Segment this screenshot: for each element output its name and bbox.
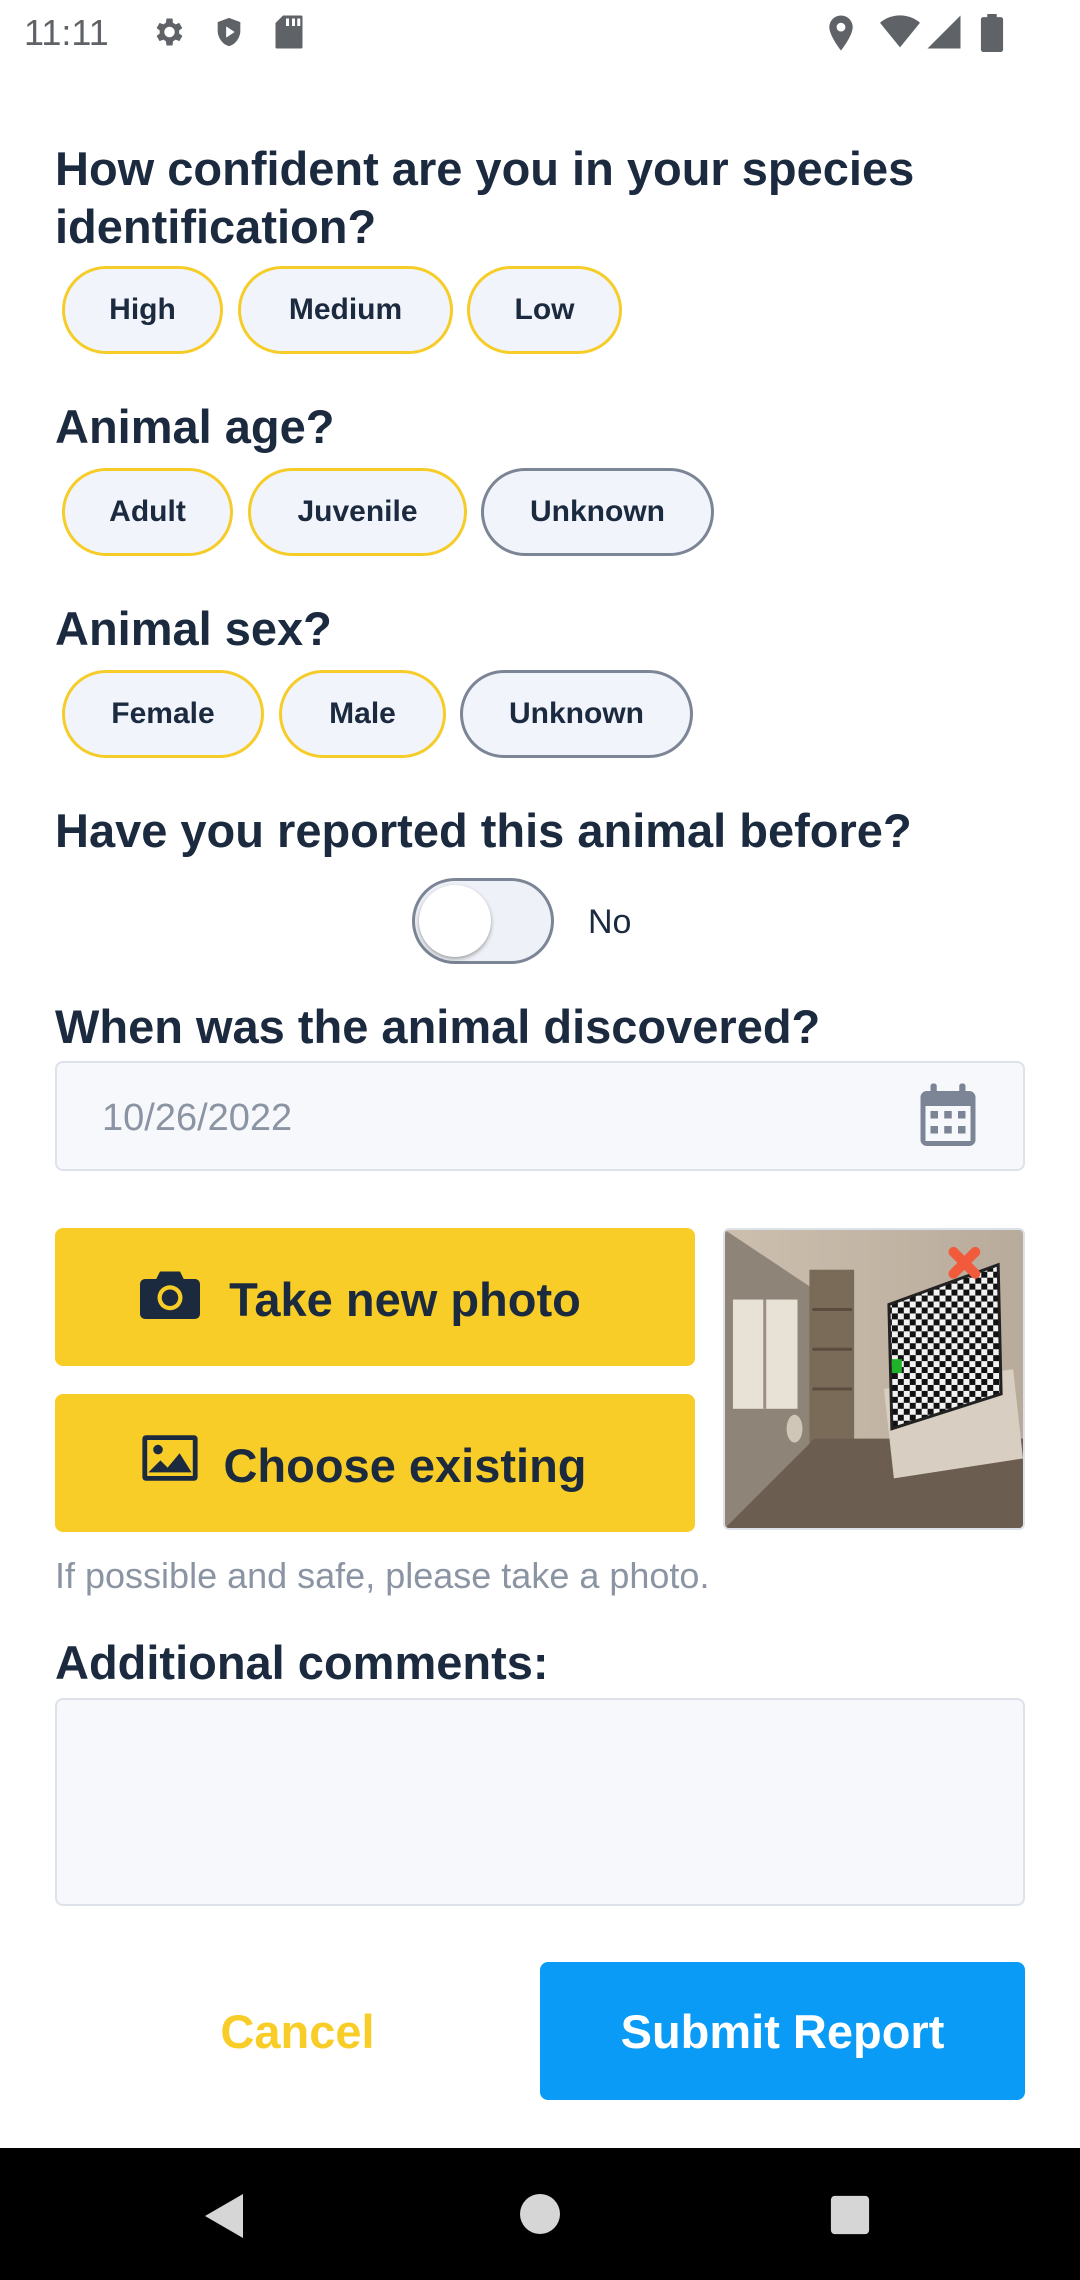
reported-before-question: Have you reported this animal before? xyxy=(55,804,912,857)
photo-hint: If possible and safe, please take a phot… xyxy=(55,1555,710,1596)
back-icon[interactable] xyxy=(203,2192,247,2240)
status-time: 11:11 xyxy=(24,12,109,53)
sex-chip-male[interactable]: Male xyxy=(279,670,446,758)
choose-existing-label: Choose existing xyxy=(223,1439,587,1492)
take-new-photo-label: Take new photo xyxy=(229,1273,581,1326)
toggle-label: No xyxy=(588,903,632,941)
age-chip-unknown[interactable]: Unknown xyxy=(481,468,714,556)
sd-card-icon xyxy=(275,15,303,49)
calendar-icon[interactable] xyxy=(918,1083,978,1149)
status-bar: 11:11 xyxy=(0,0,1080,64)
take-new-photo-button[interactable]: Take new photo xyxy=(55,1228,695,1366)
comments-textarea[interactable] xyxy=(55,1698,1025,1906)
age-question: Animal age? xyxy=(55,400,335,453)
battery-icon xyxy=(980,14,1004,52)
submit-report-button[interactable]: Submit Report xyxy=(540,1962,1025,2100)
toggle-knob xyxy=(419,885,491,957)
home-icon[interactable] xyxy=(518,2192,562,2236)
confidence-chip-medium[interactable]: Medium xyxy=(238,266,453,354)
choose-existing-button[interactable]: Choose existing xyxy=(55,1394,695,1532)
age-chip-juvenile[interactable]: Juvenile xyxy=(248,468,467,556)
sex-question: Animal sex? xyxy=(55,602,332,655)
discovered-question: When was the animal discovered? xyxy=(55,1000,821,1053)
reported-before-toggle[interactable] xyxy=(412,878,554,964)
date-value: 10/26/2022 xyxy=(102,1097,293,1139)
date-field[interactable]: 10/26/2022 xyxy=(55,1061,1025,1171)
shield-icon xyxy=(217,17,241,47)
age-chip-adult[interactable]: Adult xyxy=(62,468,233,556)
sex-chip-female[interactable]: Female xyxy=(62,670,264,758)
navigation-bar xyxy=(0,2148,1080,2280)
cancel-button[interactable]: Cancel xyxy=(120,1962,475,2100)
location-icon xyxy=(829,15,853,51)
comments-label: Additional comments: xyxy=(55,1636,549,1689)
confidence-question: How confident are you in your species id… xyxy=(55,142,915,253)
room-photo xyxy=(725,1230,1023,1528)
wifi-icon xyxy=(880,15,920,48)
confidence-chip-high[interactable]: High xyxy=(62,266,223,354)
signal-icon xyxy=(927,15,961,49)
recents-icon[interactable] xyxy=(829,2194,871,2236)
confidence-chip-low[interactable]: Low xyxy=(467,266,622,354)
settings-icon xyxy=(156,18,183,46)
sex-chip-unknown[interactable]: Unknown xyxy=(460,670,693,758)
photo-thumbnail[interactable] xyxy=(723,1228,1025,1530)
